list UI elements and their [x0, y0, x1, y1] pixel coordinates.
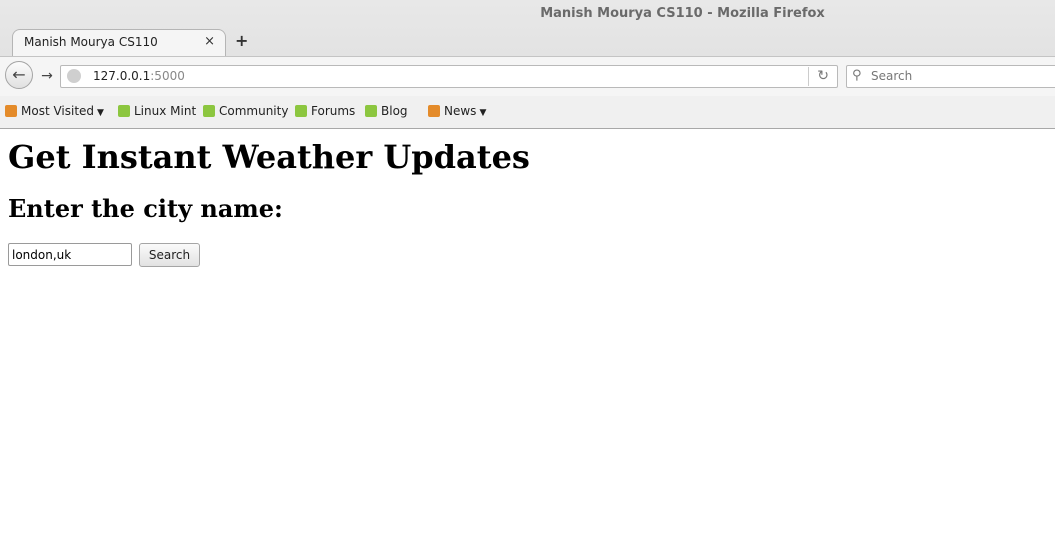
rss-icon	[428, 105, 440, 117]
bookmark-community[interactable]: Community	[203, 104, 288, 118]
bookmark-forums[interactable]: Forums	[295, 104, 355, 118]
url-bar[interactable]: 127.0.0.1:5000 ↻	[60, 65, 838, 88]
chevron-down-icon: ▼	[97, 108, 104, 118]
bookmark-label: Community	[219, 104, 289, 118]
page-title: Get Instant Weather Updates	[8, 138, 530, 176]
back-button[interactable]: ←	[5, 61, 33, 89]
globe-icon[interactable]	[67, 69, 81, 83]
mint-icon	[295, 105, 307, 117]
forward-button[interactable]: →	[36, 67, 58, 85]
window-title: Manish Mourya CS110 - Mozilla Firefox	[540, 6, 825, 21]
new-tab-button[interactable]: +	[235, 31, 248, 50]
search-placeholder: Search	[871, 69, 913, 83]
mint-icon	[118, 105, 130, 117]
chevron-down-icon: ▼	[479, 108, 487, 118]
reload-icon[interactable]: ↻	[808, 67, 829, 86]
page-content: Get Instant Weather Updates Enter the ci…	[8, 138, 530, 267]
close-tab-icon[interactable]: ×	[204, 34, 215, 49]
browser-chrome: Manish Mourya CS110 - Mozilla Firefox Ma…	[0, 0, 1055, 129]
bookmark-label: Forums	[311, 104, 356, 118]
window-titlebar: Manish Mourya CS110 - Mozilla Firefox	[0, 0, 1055, 28]
bookmark-most-visited[interactable]: Most Visited ▼	[5, 104, 104, 118]
bookmark-label: News	[444, 104, 477, 118]
bookmark-label: Linux Mint	[134, 104, 197, 118]
url-host: 127.0.0.1	[93, 69, 151, 83]
search-field[interactable]: ⚲ Search	[846, 65, 1055, 88]
most-visited-icon	[5, 105, 17, 117]
tab-title: Manish Mourya CS110	[24, 35, 158, 49]
city-form: Search	[8, 243, 530, 267]
mint-icon	[203, 105, 215, 117]
bookmark-label: Blog	[381, 104, 408, 118]
bookmarks-toolbar: Most Visited ▼ Linux Mint Community Forum…	[0, 96, 1055, 128]
bookmark-news[interactable]: News ▼	[428, 104, 486, 118]
bookmark-label: Most Visited	[21, 104, 95, 118]
mint-icon	[365, 105, 377, 117]
bookmark-blog[interactable]: Blog	[365, 104, 408, 118]
city-input[interactable]	[8, 243, 132, 266]
city-prompt: Enter the city name:	[8, 194, 283, 223]
navigation-toolbar: ← → 127.0.0.1:5000 ↻ ⚲ Search	[0, 56, 1055, 96]
search-button[interactable]: Search	[139, 243, 200, 267]
url-text[interactable]: 127.0.0.1:5000	[93, 69, 185, 83]
url-port: :5000	[150, 69, 185, 83]
tab-active[interactable]: Manish Mourya CS110 ×	[12, 29, 226, 56]
bookmark-linux-mint[interactable]: Linux Mint	[118, 104, 196, 118]
search-icon: ⚲	[852, 68, 862, 83]
